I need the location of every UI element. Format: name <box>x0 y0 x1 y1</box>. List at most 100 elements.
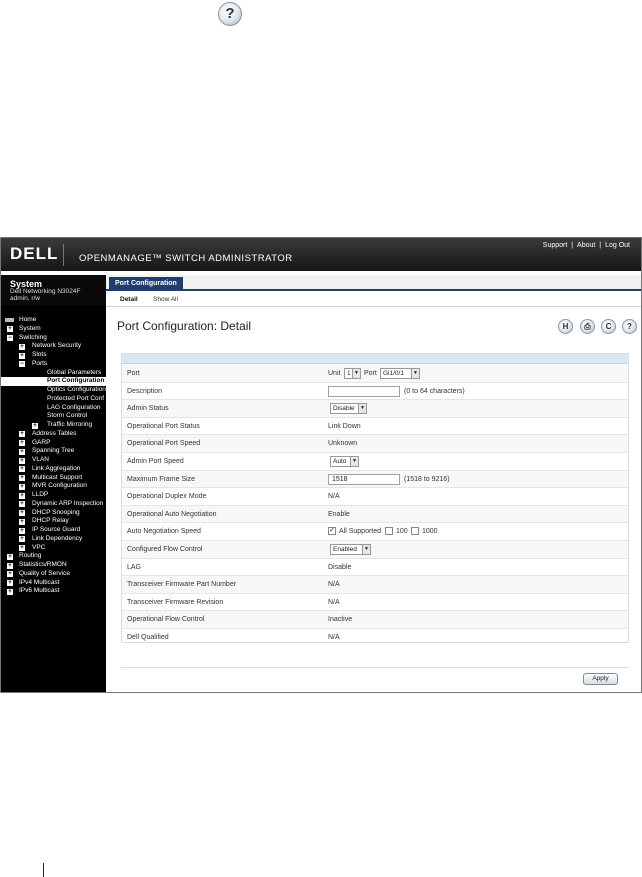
expand-icon[interactable]: + <box>7 588 13 595</box>
row-lag: LAG Disable <box>122 559 628 577</box>
nav-item-optics-configuration[interactable]: Optics Configuration <box>1 386 106 395</box>
expand-icon[interactable]: + <box>19 510 25 516</box>
row-auto-neg-speed: Auto Negotiation Speed ✓ All Supported 1… <box>122 523 628 541</box>
nav-item-lldp[interactable]: + LLDP <box>1 491 106 500</box>
subtab-show-all[interactable]: Show All <box>153 296 178 303</box>
expand-icon[interactable]: + <box>19 343 25 350</box>
nav-item-storm-control[interactable]: Storm Control <box>1 412 106 421</box>
nav-item-vpc[interactable]: + VPC <box>1 544 106 553</box>
nav-item-label: Traffic Mirroring <box>47 421 93 428</box>
nav-item-garp[interactable]: + GARP <box>1 439 106 448</box>
banner-divider <box>63 244 64 266</box>
nav-item-label: VPC <box>32 543 46 551</box>
nav-item-vlan[interactable]: + VLAN <box>1 456 106 465</box>
nav-item-ipv4-multicast[interactable]: + IPv4 Multicast <box>1 579 106 588</box>
expand-icon[interactable]: + <box>7 571 13 578</box>
nav-item-link-aggregation[interactable]: + Link Aggregation <box>1 465 106 474</box>
port-select[interactable]: Gi1/0/1 ▼ <box>380 368 420 379</box>
expand-icon[interactable]: + <box>7 553 13 560</box>
nav-item-global-parameters[interactable]: Global Parameters <box>1 369 106 378</box>
nav-item-mvr-configuration[interactable]: + MVR Configuration <box>1 482 106 491</box>
nav-item-label: Protected Port Conf <box>47 394 105 402</box>
nav-item-label: Routing <box>19 552 42 560</box>
expand-icon[interactable]: + <box>19 475 25 481</box>
nav-item-home[interactable]: Home <box>1 316 106 325</box>
expand-icon[interactable]: + <box>19 492 25 499</box>
unit-select[interactable]: 1 ▼ <box>344 368 361 379</box>
collapse-icon[interactable]: − <box>7 335 13 341</box>
expand-icon[interactable]: + <box>7 580 13 586</box>
nav-item-link-dependency[interactable]: + Link Dependency <box>1 535 106 544</box>
nav-item-spanning-tree[interactable]: + Spanning Tree <box>1 447 106 456</box>
about-link[interactable]: About <box>577 242 595 249</box>
logout-link[interactable]: Log Out <box>605 242 630 249</box>
nav-item-multicast-support[interactable]: + Multicast Support <box>1 474 106 483</box>
description-input[interactable] <box>328 385 400 397</box>
expand-icon[interactable]: + <box>19 466 25 473</box>
admin-status-select[interactable]: Disable ▼ <box>330 403 367 415</box>
tab-port-configuration[interactable]: Port Configuration <box>109 277 183 291</box>
nav-item-protected-port-conf[interactable]: Protected Port Conf <box>1 395 106 404</box>
nav-item-quality-of-service[interactable]: + Quality of Service <box>1 570 106 579</box>
row-flow-control: Configured Flow Control Enabled ▼ <box>122 541 628 559</box>
max-frame-size-input[interactable]: 1518 <box>328 473 400 485</box>
nav-item-dynamic-arp-inspection[interactable]: + Dynamic ARP Inspection <box>1 500 106 509</box>
expand-icon[interactable]: + <box>19 431 25 438</box>
expand-icon[interactable]: + <box>19 352 25 359</box>
nav-item-label: Switching <box>19 333 47 341</box>
nav-item-dhcp-relay[interactable]: + DHCP Relay <box>1 517 106 526</box>
nav-item-traffic-mirroring[interactable]: + Traffic Mirroring <box>1 421 106 430</box>
support-link[interactable]: Support <box>543 242 568 249</box>
nav-item-lag-configuration[interactable]: LAG Configuration <box>1 404 106 413</box>
expand-icon[interactable]: + <box>7 326 13 333</box>
main-content: Port Configuration Detail Show All Port … <box>106 275 641 692</box>
speed-100-checkbox[interactable] <box>385 527 393 536</box>
refresh-icon[interactable]: C <box>601 319 616 334</box>
description-hint: (0 to 64 characters) <box>404 387 465 395</box>
expand-icon[interactable]: + <box>19 440 25 446</box>
expand-icon[interactable]: + <box>19 501 25 508</box>
nav-item-label: Statistics/RMON <box>19 561 67 568</box>
nav-item-dhcp-snooping[interactable]: + DHCP Snooping <box>1 509 106 518</box>
sidebar: System Dell Networking N3024F admin, r/w… <box>1 275 106 692</box>
nav-item-system[interactable]: + System <box>1 325 106 334</box>
nav-item-port-configuration[interactable]: Port Configuration <box>1 377 106 386</box>
apply-button[interactable]: Apply <box>583 673 618 685</box>
collapse-icon[interactable]: − <box>19 361 25 368</box>
switch-admin-window: DELL OPENMANAGE™ SWITCH ADMINISTRATOR Su… <box>0 237 642 693</box>
nav-item-statistics-rmon[interactable]: + Statistics/RMON <box>1 561 106 570</box>
nav-item-ip-source-guard[interactable]: + IP Source Guard <box>1 526 106 535</box>
nav-item-slots[interactable]: + Slots <box>1 351 106 360</box>
expand-icon[interactable]: + <box>7 562 13 569</box>
nav-item-switching[interactable]: − Switching <box>1 334 106 343</box>
expand-icon[interactable]: + <box>19 536 25 543</box>
row-dell-qualified: Dell Qualified N/A <box>122 629 628 647</box>
nav-item-ports[interactable]: − Ports <box>1 360 106 369</box>
expand-icon[interactable]: + <box>19 518 25 525</box>
expand-icon[interactable]: + <box>19 448 25 455</box>
nav-item-address-tables[interactable]: + Address Tables <box>1 430 106 439</box>
header-banner: DELL OPENMANAGE™ SWITCH ADMINISTRATOR Su… <box>1 238 641 271</box>
help-icon[interactable]: ? <box>622 319 637 334</box>
app-title: OPENMANAGE™ SWITCH ADMINISTRATOR <box>79 253 293 264</box>
chevron-down-icon: ▼ <box>350 457 358 466</box>
expand-icon[interactable]: + <box>19 545 25 551</box>
all-supported-checkbox[interactable]: ✓ <box>328 527 336 536</box>
nav-item-network-security[interactable]: + Network Security <box>1 342 106 351</box>
save-icon[interactable]: H <box>558 319 573 334</box>
system-model: Dell Networking N3024F <box>10 288 81 295</box>
flow-control-select[interactable]: Enabled ▼ <box>330 544 371 555</box>
nav-item-routing[interactable]: + Routing <box>1 552 106 561</box>
fw-rev-value: N/A <box>328 598 340 606</box>
all-supported-label: All Supported <box>339 528 382 536</box>
subtab-detail[interactable]: Detail <box>120 296 138 303</box>
expand-icon[interactable]: + <box>19 483 25 490</box>
admin-port-speed-select[interactable]: Auto ▼ <box>330 456 359 467</box>
expand-icon[interactable]: + <box>19 457 25 464</box>
expand-icon[interactable]: + <box>19 527 25 534</box>
expand-icon[interactable]: + <box>32 422 38 429</box>
nav-item-ipv6-multicast[interactable]: + IPv6 Multicast <box>1 587 106 596</box>
port-config-panel: Port Unit 1 ▼ Port Gi1/0/1 ▼ Description (… <box>121 353 629 643</box>
speed-1000-checkbox[interactable] <box>411 527 419 536</box>
print-icon[interactable]: ⎙ <box>580 319 595 334</box>
